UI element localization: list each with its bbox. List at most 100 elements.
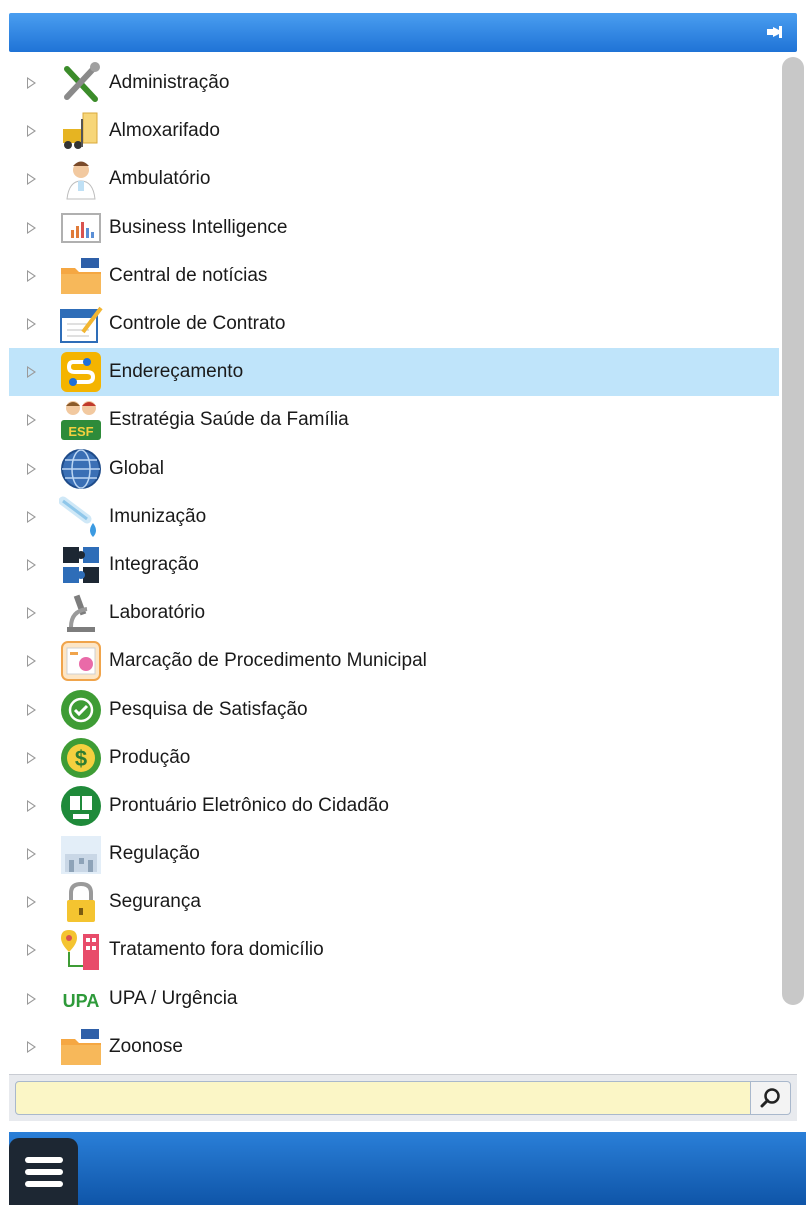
menu-item-seguranca[interactable]: Segurança: [9, 878, 779, 926]
menu-item-central-noticias[interactable]: Central de notícias: [9, 252, 779, 300]
svg-text:ESF: ESF: [68, 424, 93, 439]
menu-item-label: Ambulatório: [109, 168, 211, 190]
menu-item-label: Regulação: [109, 843, 200, 865]
menu-item-label: Central de notícias: [109, 264, 268, 286]
padlock-icon: [59, 880, 103, 924]
search-input[interactable]: [15, 1081, 751, 1115]
expand-caret-icon[interactable]: [27, 655, 36, 668]
pin-icon[interactable]: [765, 24, 785, 40]
menu-item-global[interactable]: Global: [9, 445, 779, 493]
route-icon: [59, 350, 103, 394]
expand-caret-icon[interactable]: [27, 366, 36, 379]
hamburger-menu-button[interactable]: [9, 1138, 78, 1205]
menu-item-label: Pesquisa de Satisfação: [109, 698, 308, 720]
menu-item-prontuario-eletronico[interactable]: Prontuário Eletrônico do Cidadão: [9, 782, 779, 830]
upa-logo-icon: UPA: [59, 977, 103, 1021]
hamburger-icon-line: [24, 1156, 63, 1163]
forklift-icon: [59, 109, 103, 153]
globe-icon: [59, 447, 103, 491]
menu-item-integracao[interactable]: Integração: [9, 541, 779, 589]
expand-caret-icon[interactable]: [27, 462, 36, 475]
microscope-icon: [59, 591, 103, 635]
menu-item-upa-urgencia[interactable]: UPA UPA / Urgência: [9, 975, 779, 1023]
calendar-pen-icon: [59, 302, 103, 346]
menu-item-label: Zoonose: [109, 1035, 183, 1057]
menu-item-label: Integração: [109, 553, 199, 575]
expand-caret-icon[interactable]: [27, 896, 36, 909]
expand-caret-icon[interactable]: [27, 944, 36, 957]
expand-caret-icon[interactable]: [27, 558, 36, 571]
menu-item-estrategia-saude-familia[interactable]: ESF Estratégia Saúde da Família: [9, 396, 779, 444]
menu-item-label: Segurança: [109, 891, 201, 913]
menu-item-label: Marcação de Procedimento Municipal: [109, 650, 427, 672]
expand-caret-icon[interactable]: [27, 221, 36, 234]
search-icon: [760, 1088, 780, 1108]
menu-item-zoonose[interactable]: Zoonose: [9, 1023, 779, 1071]
search-button[interactable]: [751, 1081, 791, 1115]
menu-item-label: Business Intelligence: [109, 216, 288, 238]
menu-item-label: UPA / Urgência: [109, 987, 238, 1009]
menu-item-imunizacao[interactable]: Imunização: [9, 493, 779, 541]
expand-caret-icon[interactable]: [27, 77, 36, 90]
menu-item-ambulatorio[interactable]: Ambulatório: [9, 155, 779, 203]
menu-tree: Administração Almoxarifado Ambulatório B…: [9, 59, 779, 1071]
expand-caret-icon[interactable]: [27, 269, 36, 282]
folder-zoonose-icon: [59, 1025, 103, 1069]
expand-caret-icon[interactable]: [27, 607, 36, 620]
menu-item-label: Administração: [109, 72, 230, 94]
bottom-toolbar: [9, 1132, 806, 1205]
expand-caret-icon[interactable]: [27, 125, 36, 138]
panel-header: [9, 13, 797, 52]
dollar-coin-icon: $: [59, 736, 103, 780]
expand-caret-icon[interactable]: [27, 992, 36, 1005]
esf-family-icon: ESF: [59, 398, 103, 442]
hamburger-icon-line: [24, 1168, 63, 1175]
menu-item-controle-contrato[interactable]: Controle de Contrato: [9, 300, 779, 348]
expand-caret-icon[interactable]: [27, 1040, 36, 1053]
menu-item-administracao[interactable]: Administração: [9, 59, 779, 107]
expand-caret-icon[interactable]: [27, 799, 36, 812]
menu-item-business-intelligence[interactable]: Business Intelligence: [9, 204, 779, 252]
menu-item-label: Laboratório: [109, 602, 206, 624]
check-badge-icon: [59, 688, 103, 732]
menu-item-pesquisa-satisfacao[interactable]: Pesquisa de Satisfação: [9, 685, 779, 733]
menu-item-label: Endereçamento: [109, 361, 244, 383]
menu-item-label: Controle de Contrato: [109, 313, 286, 335]
vertical-scrollbar[interactable]: [782, 57, 804, 1005]
expand-caret-icon[interactable]: [27, 751, 36, 764]
svg-text:$: $: [75, 746, 87, 771]
folder-news-icon: [59, 254, 103, 298]
wrench-screwdriver-icon: [59, 61, 103, 105]
menu-item-label: Global: [109, 457, 164, 479]
puzzle-icon: [59, 543, 103, 587]
expand-caret-icon[interactable]: [27, 848, 36, 861]
svg-text:UPA: UPA: [63, 991, 100, 1011]
menu-item-label: Tratamento fora domicílio: [109, 939, 324, 961]
menu-item-laboratorio[interactable]: Laboratório: [9, 589, 779, 637]
menu-item-label: Almoxarifado: [109, 120, 220, 142]
pec-book-icon: [59, 784, 103, 828]
menu-item-label: Prontuário Eletrônico do Cidadão: [109, 794, 389, 816]
menu-item-label: Produção: [109, 746, 191, 768]
menu-item-enderecamento[interactable]: Endereçamento: [9, 348, 779, 397]
menu-item-producao[interactable]: $ Produção: [9, 734, 779, 782]
menu-item-label: Estratégia Saúde da Família: [109, 409, 349, 431]
menu-item-tratamento-fora-domicilio[interactable]: Tratamento fora domicílio: [9, 926, 779, 974]
search-bar: [9, 1074, 797, 1121]
expand-caret-icon[interactable]: [27, 703, 36, 716]
menu-item-regulacao[interactable]: Regulação: [9, 830, 779, 878]
expand-caret-icon[interactable]: [27, 510, 36, 523]
schedule-procedure-icon: [59, 639, 103, 683]
syringe-drop-icon: [59, 495, 103, 539]
hamburger-icon-line: [24, 1180, 63, 1187]
bar-chart-icon: [59, 206, 103, 250]
menu-item-marcacao-procedimento[interactable]: Marcação de Procedimento Municipal: [9, 637, 779, 685]
expand-caret-icon[interactable]: [27, 173, 36, 186]
location-building-icon: [59, 928, 103, 972]
menu-item-label: Imunização: [109, 505, 207, 527]
expand-caret-icon[interactable]: [27, 318, 36, 331]
hospital-icon: [59, 832, 103, 876]
expand-caret-icon[interactable]: [27, 414, 36, 427]
doctor-icon: [59, 157, 103, 201]
menu-item-almoxarifado[interactable]: Almoxarifado: [9, 107, 779, 155]
